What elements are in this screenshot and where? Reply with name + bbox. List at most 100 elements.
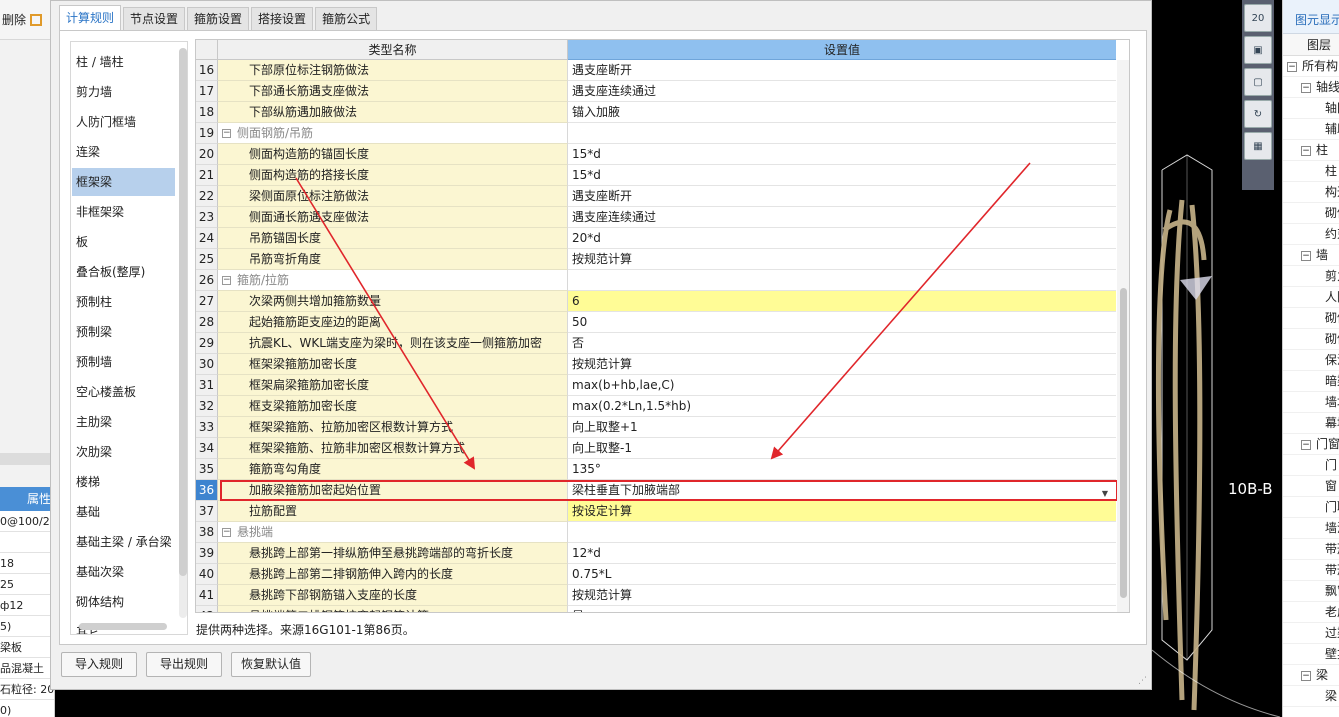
category-item[interactable]: 柱 / 墙柱 — [72, 48, 175, 76]
category-vertical-scrollbar[interactable] — [179, 48, 187, 618]
setting-value-cell[interactable] — [568, 522, 1116, 543]
setting-value-cell[interactable]: 0.75*L — [568, 564, 1116, 585]
layer-item[interactable]: − 梁 — [1283, 665, 1339, 686]
resize-grip-icon[interactable]: ⋰ — [1138, 676, 1148, 686]
category-item[interactable]: 基础 — [72, 498, 175, 526]
layer-item[interactable]: 剪力 — [1283, 266, 1339, 287]
tab-4[interactable]: 箍筋公式 — [315, 7, 378, 31]
setting-value-cell[interactable]: 是 — [568, 606, 1116, 612]
setting-value-dropdown[interactable]: 梁柱垂直下加腋端部 ▼ — [568, 480, 1116, 501]
setting-value-cell[interactable]: 按规范计算 — [568, 585, 1116, 606]
export-rules-button[interactable]: 导出规则 — [146, 652, 222, 677]
layer-item[interactable]: 构造 — [1283, 182, 1339, 203]
table-group-row[interactable]: 19− 侧面钢筋/吊筋 — [196, 123, 1116, 144]
setting-value-cell[interactable]: 遇支座连续通过 — [568, 207, 1116, 228]
setting-value-cell[interactable]: 135° — [568, 459, 1116, 480]
layer-item[interactable]: − 门窗 — [1283, 434, 1339, 455]
panel-splitter[interactable] — [0, 453, 54, 465]
setting-value-cell[interactable]: 50 — [568, 312, 1116, 333]
category-scroll-thumb[interactable] — [179, 48, 187, 576]
setting-value-cell[interactable]: 20*d — [568, 228, 1116, 249]
property-value[interactable]: 石粒径: 20石 — [0, 679, 54, 700]
layer-item[interactable]: − 墙 — [1283, 245, 1339, 266]
setting-value-cell[interactable]: 遇支座断开 — [568, 60, 1116, 81]
setting-value-cell[interactable]: 12*d — [568, 543, 1116, 564]
category-item[interactable]: 叠合板(整厚) — [72, 258, 175, 286]
restore-defaults-button[interactable]: 恢复默认值 — [231, 652, 311, 677]
view-tool-button[interactable]: 20 — [1244, 4, 1272, 32]
layer-item[interactable]: 壁龛 — [1283, 644, 1339, 665]
table-row[interactable]: 17 下部通长筋遇支座做法 遇支座连续通过 — [196, 81, 1116, 102]
layer-item[interactable]: 梁 — [1283, 686, 1339, 707]
layer-item[interactable]: 暗梁 — [1283, 371, 1339, 392]
rotate-icon[interactable]: ↻ — [1244, 100, 1272, 128]
layer-item[interactable]: 幕墙 — [1283, 413, 1339, 434]
collapse-icon[interactable]: − — [1301, 145, 1311, 156]
layer-item[interactable]: 辅助 — [1283, 119, 1339, 140]
layer-item[interactable]: 门 — [1283, 455, 1339, 476]
table-row[interactable]: 37 拉筋配置 按设定计算 — [196, 501, 1116, 522]
table-row[interactable]: 29 抗震KL、WKL端支座为梁时，则在该支座一侧箍筋加密否 — [196, 333, 1116, 354]
setting-value-cell[interactable] — [568, 123, 1116, 144]
table-row[interactable]: 41 悬挑跨下部钢筋锚入支座的长度 按规范计算 — [196, 585, 1116, 606]
category-item[interactable]: 基础主梁 / 承台梁 — [72, 528, 175, 556]
category-item[interactable]: 非框架梁 — [72, 198, 175, 226]
tab-0[interactable]: 计算规则 — [59, 5, 122, 31]
grid-icon[interactable]: ▦ — [1244, 132, 1272, 160]
setting-value-cell[interactable]: 15*d — [568, 165, 1116, 186]
layer-item[interactable]: 约束 — [1283, 224, 1339, 245]
setting-value-cell[interactable]: 锚入加腋 — [568, 102, 1116, 123]
tab-1[interactable]: 节点设置 — [123, 7, 186, 31]
layer-item[interactable]: 窗 — [1283, 476, 1339, 497]
category-item[interactable]: 板 — [72, 228, 175, 256]
layer-item[interactable]: 飘窗 — [1283, 581, 1339, 602]
setting-value-cell[interactable]: 15*d — [568, 144, 1116, 165]
category-item[interactable]: 剪力墙 — [72, 78, 175, 106]
layer-item[interactable]: − 柱 — [1283, 140, 1339, 161]
setting-value-cell[interactable]: 遇支座连续通过 — [568, 81, 1116, 102]
property-value[interactable]: 18 — [0, 553, 54, 574]
table-row[interactable]: 28 起始箍筋距支座边的距离 50 — [196, 312, 1116, 333]
tab-element-display[interactable]: 图元显示 — [1283, 0, 1339, 34]
table-row[interactable]: 40 悬挑跨上部第二排钢筋伸入跨内的长度 0.75*L — [196, 564, 1116, 585]
category-item[interactable]: 连梁 — [72, 138, 175, 166]
category-item[interactable]: 人防门框墙 — [72, 108, 175, 136]
collapse-icon[interactable]: − — [222, 528, 231, 537]
collapse-icon[interactable]: − — [1301, 250, 1311, 261]
table-scroll-thumb[interactable] — [1120, 288, 1127, 598]
table-row[interactable]: 30 框架梁箍筋加密长度 按规范计算 — [196, 354, 1116, 375]
category-item[interactable]: 预制柱 — [72, 288, 175, 316]
layer-item[interactable]: 门联 — [1283, 497, 1339, 518]
category-horizontal-scrollbar[interactable] — [79, 623, 167, 630]
layer-item[interactable]: 柱 — [1283, 161, 1339, 182]
header-setting-value[interactable]: 设置值 — [568, 40, 1116, 60]
category-item[interactable]: 砌体结构 — [72, 588, 175, 616]
layer-item[interactable]: 老虎 — [1283, 602, 1339, 623]
collapse-icon[interactable]: − — [1301, 439, 1311, 450]
property-value[interactable]: 梁板 — [0, 637, 54, 658]
table-row[interactable]: 35 箍筋弯勾角度 135° — [196, 459, 1116, 480]
table-row[interactable]: 33 框架梁箍筋、拉筋加密区根数计算方式 向上取整+1 — [196, 417, 1116, 438]
table-vertical-scrollbar[interactable] — [1117, 60, 1129, 612]
category-item[interactable]: 预制墙 — [72, 348, 175, 376]
setting-value-cell[interactable]: 向上取整+1 — [568, 417, 1116, 438]
table-row[interactable]: 42悬挑端第二排钢筋按弯起钢筋计算是 — [196, 606, 1116, 612]
table-row[interactable]: 21 侧面构造筋的搭接长度 15*d — [196, 165, 1116, 186]
category-item[interactable]: 预制梁 — [72, 318, 175, 346]
table-row[interactable]: 27 次梁两侧共增加箍筋数量 6 — [196, 291, 1116, 312]
table-row[interactable]: 20 侧面构造筋的锚固长度 15*d — [196, 144, 1116, 165]
table-row[interactable]: 36 加腋梁箍筋加密起始位置 梁柱垂直下加腋端部 ▼ — [196, 480, 1118, 501]
layer-item[interactable]: 带形 — [1283, 539, 1339, 560]
header-type-name[interactable]: 类型名称 — [218, 40, 568, 60]
delete-button[interactable]: 删除 — [2, 11, 26, 28]
layer-item[interactable]: − 所有构 — [1283, 56, 1339, 77]
category-item[interactable]: 主肋梁 — [72, 408, 175, 436]
property-value[interactable]: 5) — [0, 616, 54, 637]
collapse-icon[interactable]: − — [222, 276, 231, 285]
collapse-icon[interactable]: − — [1301, 82, 1311, 93]
table-row[interactable]: 24 吊筋锚固长度 20*d — [196, 228, 1116, 249]
tab-3[interactable]: 搭接设置 — [251, 7, 314, 31]
property-value[interactable]: 品混凝土 — [0, 658, 54, 679]
table-row[interactable]: 39 悬挑跨上部第一排纵筋伸至悬挑跨端部的弯折长度 12*d — [196, 543, 1116, 564]
layer-item[interactable]: 砌体 — [1283, 203, 1339, 224]
